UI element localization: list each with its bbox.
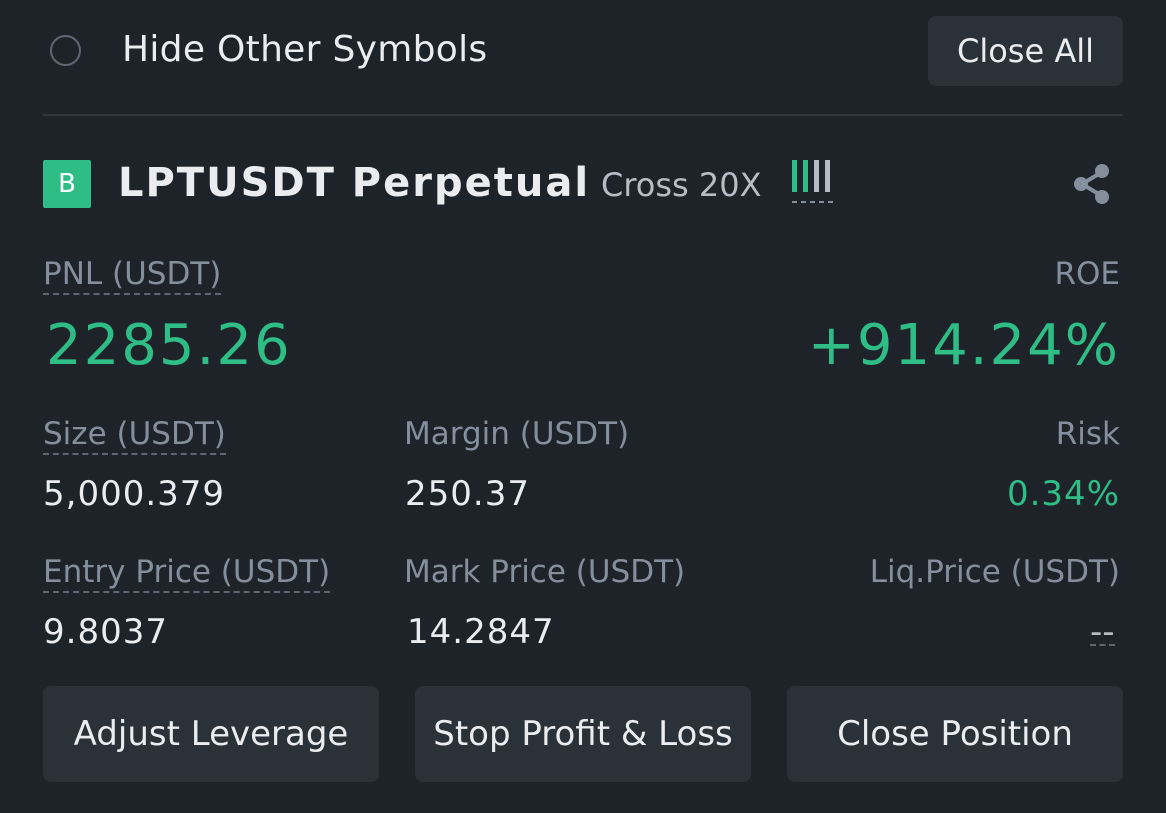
liq-price-label: Liq.Price (USDT) [869,554,1120,590]
leverage-bars-icon [792,160,834,203]
margin-value: 250.37 [405,474,530,514]
roe-label: ROE [1054,256,1120,292]
mark-price-label: Mark Price (USDT) [404,554,686,590]
entry-price-value: 9.8037 [43,612,168,652]
entry-price-label[interactable]: Entry Price (USDT) [43,554,331,593]
roe-value: +914.24% [807,313,1120,378]
size-label[interactable]: Size (USDT) [43,416,226,455]
risk-value: 0.34% [1006,474,1120,514]
stop-profit-loss-button[interactable]: Stop Profit & Loss [415,686,751,782]
pnl-value: 2285.26 [46,313,292,378]
adjust-leverage-button[interactable]: Adjust Leverage [43,686,379,782]
mark-price-value: 14.2847 [407,612,555,652]
share-icon[interactable] [1068,160,1116,208]
close-all-button[interactable]: Close All [928,16,1123,86]
close-position-button[interactable]: Close Position [787,686,1123,782]
risk-label: Risk [1055,416,1120,452]
divider [43,114,1123,116]
margin-label: Margin (USDT) [404,416,630,452]
top-bar: Hide Other Symbols Close All [0,0,1166,110]
liq-price-value: -- [1090,612,1115,652]
pnl-label[interactable]: PNL (USDT) [43,256,222,295]
hide-other-symbols-radio[interactable] [50,35,81,66]
side-badge: B [43,160,91,208]
hide-other-symbols-label[interactable]: Hide Other Symbols [122,29,487,70]
symbol-title[interactable]: LPTUSDT Perpetual [118,160,590,206]
size-value: 5,000.379 [43,474,226,514]
margin-mode-label[interactable]: Cross 20X [601,166,762,204]
